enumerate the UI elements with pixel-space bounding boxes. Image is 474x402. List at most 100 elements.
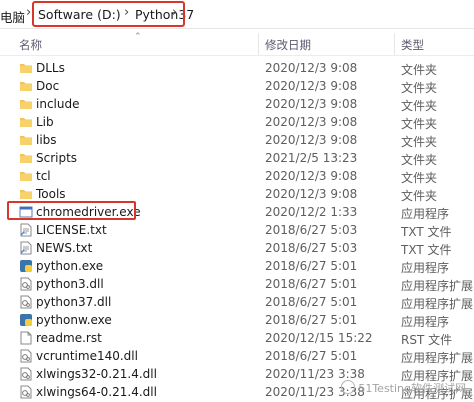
file-type: 应用程序扩展 xyxy=(401,351,474,365)
file-date: 2020/12/3 9:08 xyxy=(265,133,358,147)
file-row[interactable]: Scripts 2021/2/5 13:23 文件夹 xyxy=(0,149,474,167)
file-name[interactable]: vcruntime140.dll xyxy=(36,349,138,363)
file-row[interactable]: libs 2020/12/3 9:08 文件夹 xyxy=(0,131,474,149)
file-type: 文件夹 xyxy=(401,153,438,167)
file-date: 2018/6/27 5:01 xyxy=(265,349,358,363)
file-date: 2020/12/2 1:33 xyxy=(265,205,358,219)
column-header-date[interactable]: 修改日期 xyxy=(265,37,311,53)
file-type: 文件夹 xyxy=(401,171,438,185)
file-name[interactable]: readme.rst xyxy=(36,331,102,345)
file-name[interactable]: DLLs xyxy=(36,61,65,75)
file-row[interactable]: vcruntime140.dll 2018/6/27 5:01 应用程序扩展 xyxy=(0,347,474,365)
file-date: 2018/6/27 5:01 xyxy=(265,313,358,327)
column-divider[interactable] xyxy=(258,33,259,55)
file-date: 2020/11/23 3:38 xyxy=(265,367,365,381)
file-type: 应用程序 xyxy=(401,207,450,221)
python-icon xyxy=(19,259,33,273)
column-header-type[interactable]: 类型 xyxy=(401,37,424,53)
file-type: 文件夹 xyxy=(401,81,438,95)
file-row[interactable]: python3.dll 2018/6/27 5:01 应用程序扩展 xyxy=(0,275,474,293)
file-type: 文件夹 xyxy=(401,135,438,149)
file-row[interactable]: tcl 2020/12/3 9:08 文件夹 xyxy=(0,167,474,185)
file-name[interactable]: python.exe xyxy=(36,259,103,273)
breadcrumb-this-pc[interactable]: 电脑 xyxy=(0,7,25,26)
file-date: 2020/12/3 9:08 xyxy=(265,97,358,111)
column-header-row: ⌃ 名称 修改日期 类型 xyxy=(0,32,474,56)
file-date: 2018/6/27 5:03 xyxy=(265,241,358,255)
file-name[interactable]: python3.dll xyxy=(36,277,104,291)
file-row[interactable]: NEWS.txt 2018/6/27 5:03 TXT 文件 xyxy=(0,239,474,257)
file-row[interactable]: readme.rst 2020/12/15 15:22 RST 文件 xyxy=(0,329,474,347)
folder-icon xyxy=(19,61,33,75)
file-name[interactable]: Tools xyxy=(36,187,66,201)
file-row[interactable]: python37.dll 2018/6/27 5:01 应用程序扩展 xyxy=(0,293,474,311)
file-row[interactable]: LICENSE.txt 2018/6/27 5:03 TXT 文件 xyxy=(0,221,474,239)
folder-icon xyxy=(19,115,33,129)
chromedriver-highlight-box xyxy=(7,201,136,220)
file-date: 2020/12/3 9:08 xyxy=(265,169,358,183)
folder-icon xyxy=(19,79,33,93)
text-file-icon xyxy=(19,241,33,255)
dll-icon xyxy=(19,349,33,363)
file-type: 应用程序扩展 xyxy=(401,279,474,293)
file-row[interactable]: python.exe 2018/6/27 5:01 应用程序 xyxy=(0,257,474,275)
dll-icon xyxy=(19,367,33,381)
file-name[interactable]: libs xyxy=(36,133,57,147)
file-date: 2018/6/27 5:01 xyxy=(265,259,358,273)
folder-icon xyxy=(19,187,33,201)
file-date: 2020/12/3 9:08 xyxy=(265,79,358,93)
file-type: 应用程序扩展 xyxy=(401,297,474,311)
chevron-right-icon[interactable]: › xyxy=(26,5,31,20)
file-date: 2018/6/27 5:01 xyxy=(265,277,358,291)
file-type: 文件夹 xyxy=(401,189,438,203)
file-date: 2021/2/5 13:23 xyxy=(265,151,358,165)
file-type: 文件夹 xyxy=(401,63,438,77)
dll-icon xyxy=(19,385,33,399)
dll-icon xyxy=(19,295,33,309)
file-row[interactable]: include 2020/12/3 9:08 文件夹 xyxy=(0,95,474,113)
file-name[interactable]: pythonw.exe xyxy=(36,313,112,327)
file-type: TXT 文件 xyxy=(401,243,452,257)
file-date: 2020/12/15 15:22 xyxy=(265,331,373,345)
file-type: RST 文件 xyxy=(401,333,453,347)
file-row[interactable]: Doc 2020/12/3 9:08 文件夹 xyxy=(0,77,474,95)
address-bar[interactable]: 电脑 › Software (D:) › Python37 › xyxy=(0,0,474,29)
column-header-name[interactable]: 名称 xyxy=(19,37,42,53)
file-name[interactable]: Scripts xyxy=(36,151,77,165)
file-name[interactable]: xlwings64-0.21.4.dll xyxy=(36,385,157,399)
text-file-icon xyxy=(19,223,33,237)
file-name[interactable]: Doc xyxy=(36,79,59,93)
watermark-text: 51Testing软件测试网 xyxy=(358,382,466,395)
generic-file-icon xyxy=(19,331,33,345)
folder-icon xyxy=(19,97,33,111)
file-row[interactable]: Lib 2020/12/3 9:08 文件夹 xyxy=(0,113,474,131)
address-highlight-box xyxy=(32,1,185,27)
file-name[interactable]: xlwings32-0.21.4.dll xyxy=(36,367,157,381)
file-date: 2020/12/3 9:08 xyxy=(265,115,358,129)
file-type: TXT 文件 xyxy=(401,225,452,239)
file-row[interactable]: DLLs 2020/12/3 9:08 文件夹 xyxy=(0,59,474,77)
python-icon xyxy=(19,313,33,327)
file-name[interactable]: Lib xyxy=(36,115,54,129)
folder-icon xyxy=(19,133,33,147)
file-name[interactable]: include xyxy=(36,97,79,111)
file-date: 2020/12/3 9:08 xyxy=(265,61,358,75)
file-date: 2018/6/27 5:03 xyxy=(265,223,358,237)
column-divider[interactable] xyxy=(394,33,395,55)
watermark: 51Testing软件测试网 xyxy=(341,380,466,396)
wechat-icon xyxy=(341,380,356,394)
file-type: 应用程序 xyxy=(401,261,450,275)
file-row[interactable]: pythonw.exe 2018/6/27 5:01 应用程序 xyxy=(0,311,474,329)
folder-icon xyxy=(19,151,33,165)
file-name[interactable]: NEWS.txt xyxy=(36,241,92,255)
folder-icon xyxy=(19,169,33,183)
sort-caret-icon: ⌃ xyxy=(134,32,142,42)
file-name[interactable]: python37.dll xyxy=(36,295,111,309)
file-type: 文件夹 xyxy=(401,117,438,131)
dll-icon xyxy=(19,277,33,291)
file-type: 文件夹 xyxy=(401,99,438,113)
file-type: 应用程序 xyxy=(401,315,450,329)
file-name[interactable]: LICENSE.txt xyxy=(36,223,107,237)
file-date: 2018/6/27 5:01 xyxy=(265,295,358,309)
file-name[interactable]: tcl xyxy=(36,169,51,183)
